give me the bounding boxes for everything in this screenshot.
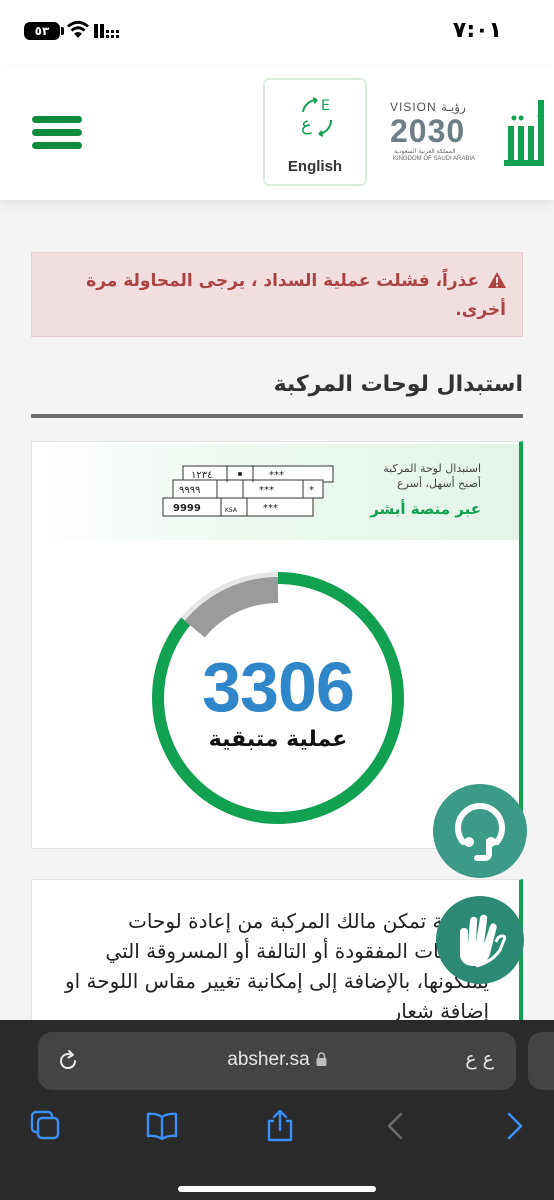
next-tab-preview[interactable]	[528, 1032, 554, 1090]
browser-bar: absher.sa ع ع	[0, 1020, 554, 1200]
svg-text:٩٩٩٩: ٩٩٩٩	[179, 485, 200, 496]
vision-subtitle-en: KINGDOM OF SAUDI ARABIA	[393, 156, 476, 162]
sign-language-icon	[460, 914, 507, 968]
promo-banner: استبدال لوحة المركبة أصبح أسهل، أسرع عبر…	[33, 444, 519, 540]
vision-title: VISION رؤيـة	[390, 100, 466, 114]
menu-bar-icon	[32, 116, 82, 123]
section-title: استبدال لوحات المركبة	[273, 372, 523, 397]
svg-text:*: *	[309, 485, 314, 496]
license-plates-illustration: ١٢٣٤ *** ٩٩٩٩ *** * 9999 KSA ***	[162, 465, 334, 517]
service-description: الخدمة تمكن مالك المركبة من إعادة لوحات …	[64, 909, 489, 1023]
payment-failed-alert: عذراً، فشلت عملية السداد ، يرجى المحاولة…	[31, 252, 523, 337]
wifi-icon	[67, 20, 89, 38]
svg-text:KSA: KSA	[225, 507, 238, 514]
language-label: English	[287, 158, 343, 175]
vision-2030-logo: VISION رؤيـة 2030 المملكة العربية السعود…	[390, 100, 484, 166]
forward-icon[interactable]	[496, 1108, 532, 1144]
battery-icon: ٥٣	[24, 22, 64, 40]
remaining-count-label: عملية متبقية	[208, 727, 348, 752]
section-divider	[31, 414, 523, 418]
svg-text:***: ***	[269, 470, 284, 481]
alert-message: عذراً، فشلت عملية السداد ، يرجى المحاولة…	[86, 271, 506, 320]
menu-bar-icon	[32, 142, 82, 149]
banner-line-1: استبدال لوحة المركبة	[383, 462, 481, 475]
language-icon: E ع	[301, 97, 333, 137]
svg-text:ع: ع	[301, 114, 312, 135]
url-text: absher.sa	[227, 1049, 310, 1070]
signal-icon	[94, 24, 119, 38]
bookmarks-icon[interactable]	[144, 1108, 180, 1144]
absher-logo	[504, 100, 544, 166]
sign-language-button[interactable]	[436, 896, 524, 984]
reader-mode-button[interactable]: ع ع	[465, 1048, 494, 1070]
svg-text:E: E	[321, 98, 330, 114]
chat-support-button[interactable]	[433, 784, 527, 878]
status-bar: ٥٣ ٧:٠١	[0, 0, 554, 66]
menu-bar-icon	[32, 129, 82, 136]
banner-line-3: عبر منصة أبشر	[370, 500, 481, 518]
hamburger-menu-button[interactable]	[32, 116, 82, 150]
address-bar[interactable]: absher.sa ع ع	[38, 1032, 516, 1090]
tabs-icon[interactable]	[28, 1108, 64, 1144]
svg-text:9999: 9999	[173, 503, 201, 514]
svg-text:***: ***	[259, 485, 274, 496]
home-indicator	[178, 1186, 376, 1192]
remaining-count: 3306	[202, 648, 355, 726]
lock-icon	[316, 1052, 327, 1066]
vision-subtitle-ar: المملكة العربية السعودية	[394, 148, 456, 155]
back-icon[interactable]	[378, 1108, 414, 1144]
status-time: ٧:٠١	[452, 18, 502, 43]
banner-line-2: أصبح أسهل، أسرع	[397, 477, 481, 490]
headset-icon	[455, 803, 505, 861]
share-icon[interactable]	[262, 1108, 298, 1144]
site-header: E ع English VISION رؤيـة 2030 المملكة ال…	[0, 66, 554, 200]
vision-year: 2030	[390, 113, 466, 149]
browser-toolbar	[0, 1108, 554, 1148]
language-switch-button[interactable]: E ع English	[263, 78, 367, 186]
svg-text:***: ***	[263, 503, 278, 514]
warning-icon	[488, 272, 506, 288]
svg-text:١٢٣٤: ١٢٣٤	[191, 470, 212, 481]
